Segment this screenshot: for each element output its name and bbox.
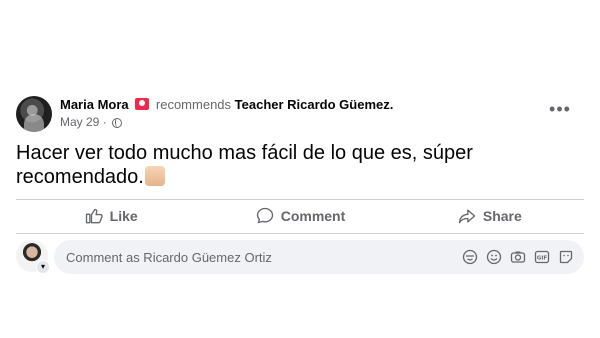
- recommends-text: recommends: [155, 97, 232, 112]
- svg-text:GIF: GIF: [537, 256, 548, 262]
- comment-box: GIF: [54, 240, 584, 274]
- recommend-badge-icon: [135, 98, 150, 110]
- post-time-line: May 29 ·: [60, 115, 540, 129]
- author-line: Maria Mora recommends Teacher Ricardo Gü…: [60, 96, 540, 113]
- comment-input[interactable]: [54, 248, 462, 266]
- like-icon: [85, 208, 103, 224]
- post-actions: Like Comment Share: [16, 200, 584, 232]
- post-card: Maria Mora recommends Teacher Ricardo Gü…: [0, 0, 600, 338]
- share-icon: [458, 209, 476, 224]
- page-name-link[interactable]: Teacher Ricardo Güemez: [235, 97, 390, 112]
- like-label: Like: [109, 208, 138, 224]
- gif-icon[interactable]: GIF: [534, 249, 550, 265]
- like-button[interactable]: Like: [16, 200, 205, 232]
- author-avatar[interactable]: [16, 96, 52, 132]
- post-content: Hacer ver todo mucho mas fácil de lo que…: [16, 141, 576, 189]
- emoji-icon[interactable]: [486, 249, 502, 265]
- camera-icon[interactable]: [510, 249, 526, 265]
- comment-icon: [256, 207, 273, 224]
- avatar-figure: [24, 114, 44, 132]
- post-meta: Maria Mora recommends Teacher Ricardo Gü…: [60, 96, 540, 129]
- sticker-icon[interactable]: [558, 249, 574, 265]
- more-options-icon[interactable]: •••: [546, 100, 574, 122]
- comment-tools: GIF: [462, 249, 584, 265]
- post-header: Maria Mora recommends Teacher Ricardo Gü…: [16, 96, 588, 136]
- comment-composer: ▾ GIF: [16, 240, 584, 274]
- chevron-down-icon[interactable]: ▾: [36, 260, 50, 274]
- current-user-avatar[interactable]: ▾: [16, 240, 50, 274]
- comment-button[interactable]: Comment: [205, 200, 394, 232]
- thumbs-up-emoji-icon: [144, 166, 165, 186]
- globe-icon: [112, 118, 123, 128]
- post-text: Hacer ver todo mucho mas fácil de lo que…: [16, 142, 473, 188]
- share-label: Share: [482, 208, 522, 224]
- share-button[interactable]: Share: [395, 200, 584, 232]
- comment-label: Comment: [280, 208, 346, 224]
- dot-separator: ·: [102, 115, 107, 129]
- sticker-avatar-icon[interactable]: [462, 249, 478, 265]
- post-date[interactable]: May 29: [60, 115, 99, 129]
- author-name[interactable]: Maria Mora: [60, 97, 129, 112]
- divider-bottom: [16, 233, 584, 234]
- period: .: [389, 97, 394, 112]
